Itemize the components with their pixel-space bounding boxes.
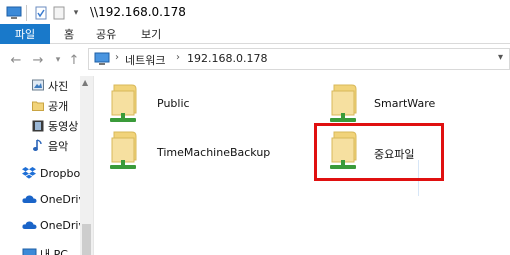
breadcrumb-chevron-icon[interactable]: › xyxy=(115,52,119,63)
address-bar[interactable]: › 네트워크 › 192.168.0.178 ▾ xyxy=(88,48,510,70)
onedrive-icon xyxy=(22,194,37,207)
breadcrumb-host[interactable]: 192.168.0.178 xyxy=(187,52,267,65)
tab-view[interactable]: 보기 xyxy=(141,24,161,44)
share-label: Public xyxy=(157,97,190,110)
up-arrow-icon[interactable]: ↑ xyxy=(66,52,82,68)
tab-home[interactable]: 홈 xyxy=(64,24,74,44)
sidebar-item-videos[interactable]: 동영상 xyxy=(0,116,80,136)
sidebar-item-label: OneDrive xyxy=(40,218,80,232)
sidebar-item-label: 동영상 xyxy=(48,120,79,133)
share-item-timemachinebackup[interactable]: TimeMachineBackup xyxy=(106,126,306,174)
share-item-public[interactable]: Public xyxy=(106,79,306,127)
dropbox-icon xyxy=(22,166,36,182)
network-icon xyxy=(94,52,110,69)
network-share-folder-icon xyxy=(106,130,142,175)
sidebar-item-label: Dropbox xyxy=(40,166,80,180)
breadcrumb-chevron-icon[interactable]: › xyxy=(176,52,180,63)
scroll-up-icon[interactable]: ▲ xyxy=(82,78,88,87)
scroll-thumb[interactable] xyxy=(82,224,91,255)
sidebar-item-onedrive-2[interactable]: OneDrive xyxy=(0,215,80,235)
sidebar-item-music[interactable]: 음악 xyxy=(0,136,80,156)
share-label: TimeMachineBackup xyxy=(157,146,271,159)
back-arrow-icon[interactable]: ← xyxy=(8,52,24,68)
sidebar-item-label: 공개 xyxy=(48,100,69,113)
new-folder-icon[interactable] xyxy=(52,5,66,21)
music-icon xyxy=(32,139,44,155)
forward-arrow-icon[interactable]: → xyxy=(30,52,46,68)
customize-quick-access-icon[interactable]: ▾ xyxy=(70,5,82,21)
network-share-folder-icon xyxy=(326,83,362,128)
sidebar-item-label: OneDrive xyxy=(40,192,80,206)
sidebar-item-public[interactable]: 공개 xyxy=(0,96,80,116)
sidebar-item-onedrive[interactable]: OneDrive xyxy=(0,189,80,209)
pc-icon xyxy=(22,248,37,255)
computer-icon[interactable] xyxy=(6,5,22,21)
onedrive-icon xyxy=(22,220,37,233)
file-list: Public SmartWare TimeMachineBackup 중요파일 xyxy=(94,76,510,255)
sidebar-item-label: 내 PC xyxy=(40,248,68,255)
network-share-folder-icon xyxy=(106,83,142,128)
sidebar-item-this-pc[interactable]: 내 PC xyxy=(0,244,80,255)
window-title: \\192.168.0.178 xyxy=(90,5,186,19)
properties-icon[interactable] xyxy=(34,5,48,21)
sidebar-item-dropbox[interactable]: Dropbox xyxy=(0,163,80,183)
ribbon-tabs: 파일 홈 공유 보기 xyxy=(0,24,510,44)
videos-icon xyxy=(32,120,44,135)
share-item-smartware[interactable]: SmartWare xyxy=(326,79,506,127)
share-label: SmartWare xyxy=(374,97,436,110)
title-bar: ▾ \\192.168.0.178 xyxy=(0,0,510,26)
pictures-icon xyxy=(32,79,44,94)
tab-share[interactable]: 공유 xyxy=(96,24,116,44)
navigation-pane: 사진 공개 동영상 음악 Dropbox OneDrive OneDrive xyxy=(0,76,80,255)
breadcrumb-network[interactable]: 네트워크 xyxy=(125,52,165,68)
sidebar-item-label: 음악 xyxy=(48,140,69,153)
title-separator xyxy=(26,5,27,21)
tab-file[interactable]: 파일 xyxy=(0,24,50,44)
folder-icon xyxy=(32,100,44,114)
sidebar-item-label: 사진 xyxy=(48,80,69,93)
sidebar-item-pictures[interactable]: 사진 xyxy=(0,76,80,96)
recent-locations-icon[interactable]: ▾ xyxy=(50,52,66,68)
address-dropdown-icon[interactable]: ▾ xyxy=(498,52,503,63)
highlight-annotation xyxy=(314,123,444,181)
sidebar-scrollbar[interactable]: ▲ xyxy=(80,76,93,255)
